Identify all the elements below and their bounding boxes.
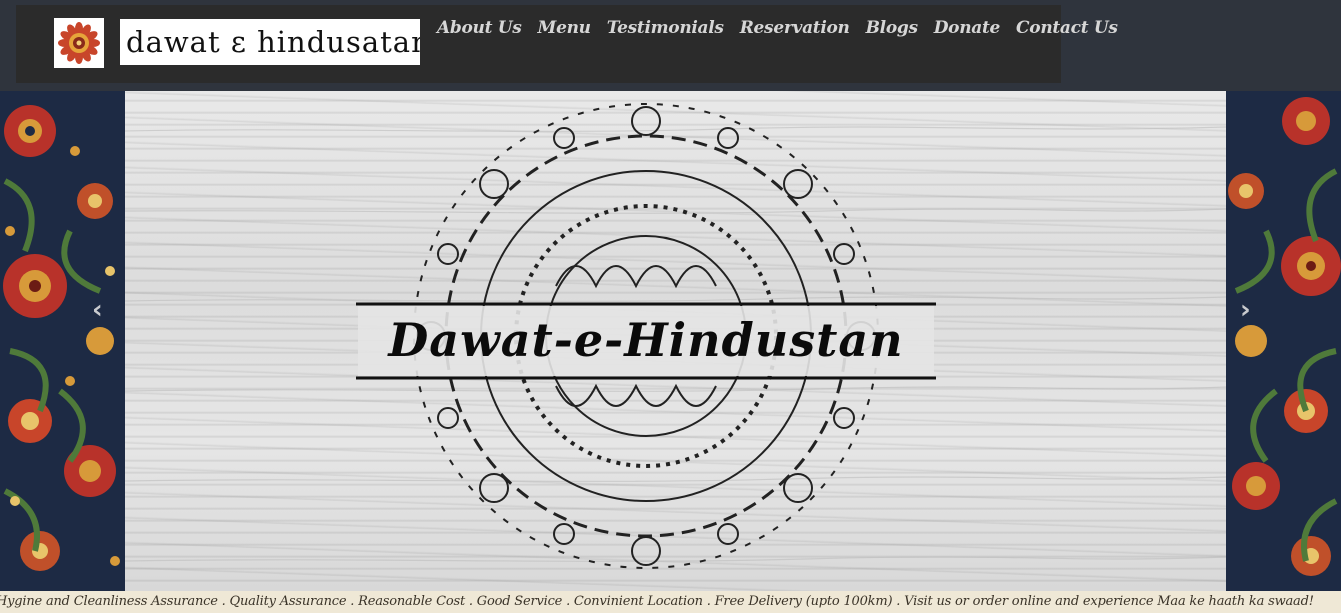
marquee-ticker: Hygine and Cleanliness Assurance . Quali…	[0, 591, 1341, 613]
nav-about-us[interactable]: About Us	[437, 18, 522, 38]
hero-carousel: Dawat-e-Hindustan ‹ ›	[0, 91, 1341, 591]
logo-wordmark[interactable]: dawat ε hindusatan	[120, 19, 420, 65]
nav-reservation[interactable]: Reservation	[740, 18, 850, 38]
nav-donate[interactable]: Donate	[934, 18, 1001, 38]
hero-brand-title: Dawat-e-Hindustan	[388, 313, 904, 367]
nav-blogs[interactable]: Blogs	[866, 18, 918, 38]
ticker-text: Hygine and Cleanliness Assurance . Quali…	[0, 594, 1314, 609]
nav-menu[interactable]: Menu	[538, 18, 591, 38]
paisley-pattern-right	[1226, 91, 1341, 591]
mandala-flower-icon[interactable]	[54, 18, 104, 68]
paisley-pattern-left	[0, 91, 125, 591]
header: dawat ε hindusatan About Us Menu Testimo…	[0, 0, 1341, 91]
main-nav: About Us Menu Testimonials Reservation B…	[437, 18, 1118, 38]
nav-contact-us[interactable]: Contact Us	[1016, 18, 1118, 38]
chevron-left-icon[interactable]: ‹	[92, 295, 103, 325]
nav-testimonials[interactable]: Testimonials	[607, 18, 724, 38]
chevron-right-icon[interactable]: ›	[1240, 295, 1251, 325]
